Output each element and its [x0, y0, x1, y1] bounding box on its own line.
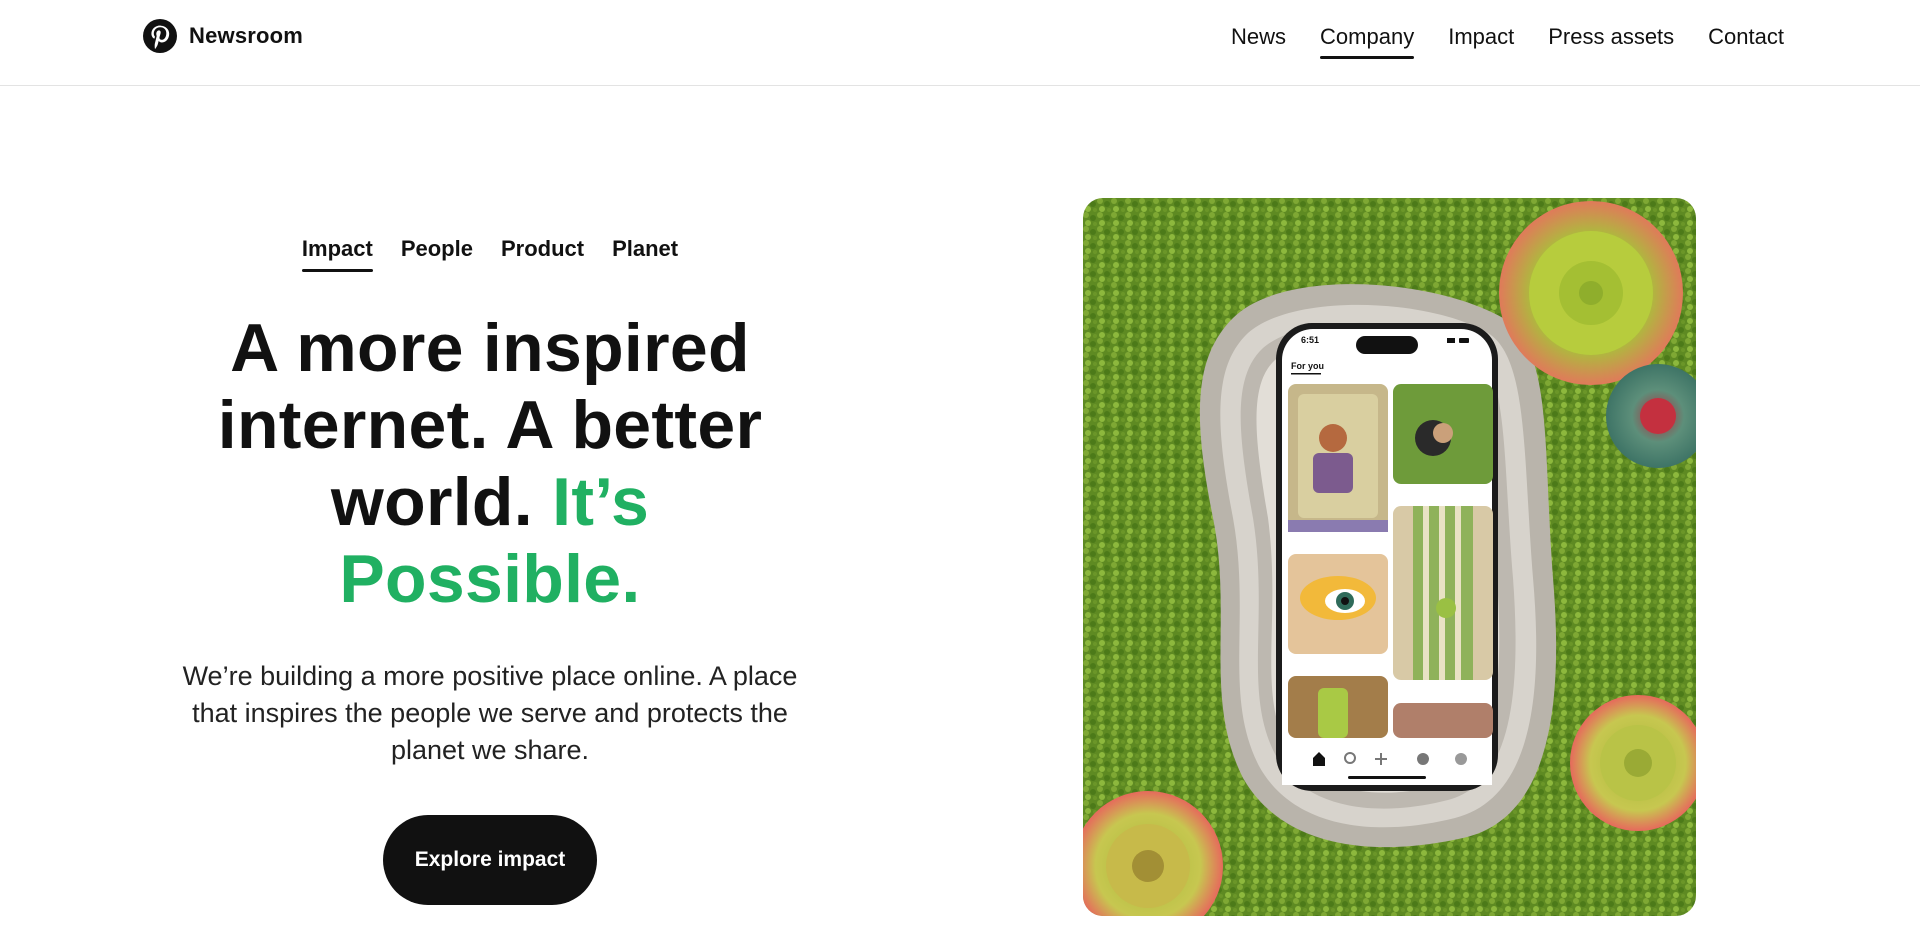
hero-headline: A more inspired internet. A better world…: [180, 310, 800, 618]
site-header: Newsroom News Company Impact Press asset…: [0, 0, 1920, 86]
hero-tabs: Impact People Product Planet: [140, 236, 840, 272]
tab-impact[interactable]: Impact: [301, 236, 373, 272]
explore-impact-button[interactable]: Explore impact: [383, 815, 597, 905]
garden-phone-illustration: 6:51 For you: [1083, 198, 1696, 916]
tab-product[interactable]: Product: [501, 236, 584, 266]
hero-content: Impact People Product Planet A more insp…: [140, 236, 840, 905]
pinterest-logo-icon: [143, 19, 177, 53]
tab-people[interactable]: People: [401, 236, 473, 266]
nav-item-impact[interactable]: Impact: [1448, 24, 1514, 56]
nav-item-news[interactable]: News: [1231, 24, 1286, 56]
nav-item-company[interactable]: Company: [1320, 24, 1415, 59]
phone-tab-for-you: For you: [1291, 361, 1324, 371]
hero-image: 6:51 For you: [1083, 198, 1696, 916]
brand-name: Newsroom: [189, 23, 304, 48]
brand[interactable]: Newsroom: [143, 19, 303, 53]
phone-time: 6:51: [1301, 335, 1319, 345]
headline-text: A more inspired internet. A better world…: [217, 310, 763, 540]
tab-planet[interactable]: Planet: [612, 236, 678, 266]
nav-item-contact[interactable]: Contact: [1708, 24, 1784, 56]
nav-item-press-assets[interactable]: Press assets: [1548, 24, 1674, 56]
main-nav: News Company Impact Press assets Contact: [1231, 24, 1784, 59]
hero-description: We’re building a more positive place onl…: [182, 661, 798, 765]
